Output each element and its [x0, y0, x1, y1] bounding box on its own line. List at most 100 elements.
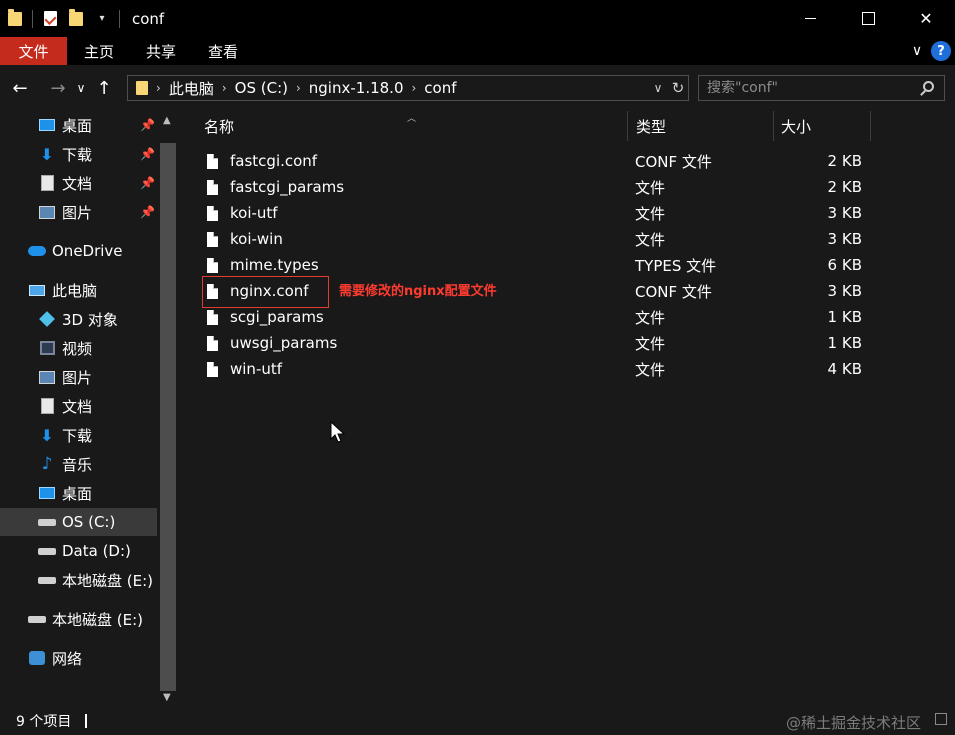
column-header-size[interactable]: 大小	[781, 111, 861, 141]
file-size: 4 KB	[827, 360, 862, 378]
sidebar-item-music[interactable]: ♪ 音乐	[0, 450, 157, 478]
pin-icon: 📌	[140, 147, 155, 161]
tab-home[interactable]: 主页	[68, 37, 130, 65]
item-count: 9 个项目	[16, 713, 72, 730]
sidebar-item-desktop[interactable]: 桌面	[0, 479, 157, 507]
sidebar-item-downloads-pinned[interactable]: ⬇ 下载 📌	[0, 140, 157, 168]
breadcrumb-separator[interactable]: ›	[222, 81, 227, 95]
scrollbar-thumb[interactable]	[160, 143, 176, 691]
pin-icon: 📌	[140, 118, 155, 132]
search-input[interactable]	[707, 80, 907, 96]
file-type: CONF 文件	[635, 152, 712, 171]
file-size: 3 KB	[827, 282, 862, 300]
file-size: 6 KB	[827, 256, 862, 274]
sidebar-item-label: 下载	[62, 145, 93, 164]
sidebar-item-videos[interactable]: 视频	[0, 334, 157, 362]
sidebar-item-documents[interactable]: 文档	[0, 392, 157, 420]
minimize-icon[interactable]	[781, 0, 839, 37]
file-row[interactable]: uwsgi_params 文件 1 KB	[179, 330, 955, 356]
sidebar-item-3d-objects[interactable]: 3D 对象	[0, 305, 157, 333]
status-bar: 9 个项目 @稀土掘金技术社区	[0, 706, 955, 735]
details-view-icon[interactable]	[935, 713, 947, 725]
sidebar-item-data-d[interactable]: Data (D:)	[0, 537, 157, 565]
file-row[interactable]: fastcgi.conf CONF 文件 2 KB	[179, 148, 955, 174]
file-row[interactable]: koi-win 文件 3 KB	[179, 226, 955, 252]
ribbon-tabs: 文件 主页 共享 查看 ∨ ?	[0, 37, 955, 65]
file-type: 文件	[635, 230, 666, 249]
file-size: 3 KB	[827, 230, 862, 248]
tab-file[interactable]: 文件	[0, 37, 67, 65]
breadcrumb-os-c[interactable]: OS (C:)	[235, 79, 288, 97]
file-size: 2 KB	[827, 152, 862, 170]
column-divider[interactable]	[627, 111, 628, 141]
tab-view[interactable]: 查看	[192, 37, 254, 65]
desktop-icon	[38, 485, 56, 501]
sidebar-item-pictures[interactable]: 图片	[0, 363, 157, 391]
close-icon[interactable]: ✕	[897, 0, 955, 37]
file-type: 文件	[635, 308, 666, 327]
download-icon: ⬇	[40, 425, 54, 445]
sidebar-item-label: OS (C:)	[62, 513, 116, 531]
new-folder-icon[interactable]	[67, 8, 85, 28]
sidebar-item-local-disk-e-root[interactable]: 本地磁盘 (E:)	[0, 605, 157, 633]
sidebar-item-this-pc[interactable]: 此电脑	[0, 276, 157, 304]
sidebar-item-downloads[interactable]: ⬇ 下载	[0, 421, 157, 449]
sidebar-item-pictures-pinned[interactable]: 图片 📌	[0, 198, 157, 226]
search-box[interactable]	[698, 75, 945, 101]
desktop-icon	[38, 117, 56, 133]
refresh-icon[interactable]: ↻	[668, 76, 688, 100]
breadcrumb-separator[interactable]: ›	[411, 81, 416, 95]
recent-locations-chevron-icon[interactable]: ∨	[72, 73, 90, 103]
sidebar-item-local-disk-e[interactable]: 本地磁盘 (E:)	[0, 566, 157, 594]
sidebar-item-label: 视频	[62, 339, 93, 358]
file-name: koi-win	[230, 230, 283, 248]
sidebar-item-documents-pinned[interactable]: 文档 📌	[0, 169, 157, 197]
tab-share[interactable]: 共享	[130, 37, 192, 65]
breadcrumb-conf[interactable]: conf	[424, 79, 456, 97]
column-header-name[interactable]: 名称	[204, 111, 624, 141]
maximize-icon[interactable]	[839, 0, 897, 37]
drive-icon	[38, 543, 56, 559]
file-row[interactable]: koi-utf 文件 3 KB	[179, 200, 955, 226]
music-icon: ♪	[41, 454, 53, 474]
pin-icon: 📌	[140, 176, 155, 190]
file-type: 文件	[635, 204, 666, 223]
column-header-type[interactable]: 类型	[636, 111, 766, 141]
scroll-up-icon[interactable]: ▲	[163, 115, 173, 126]
sidebar-item-onedrive[interactable]: OneDrive	[0, 237, 157, 265]
sidebar-item-os-c[interactable]: OS (C:)	[0, 508, 157, 536]
document-icon	[38, 175, 56, 191]
column-divider[interactable]	[870, 111, 871, 141]
annotation-text: 需要修改的nginx配置文件	[339, 284, 497, 299]
properties-check-icon[interactable]	[41, 10, 59, 28]
breadcrumb-separator: ›	[156, 81, 161, 95]
breadcrumb-nginx[interactable]: nginx-1.18.0	[309, 79, 404, 97]
address-dropdown-chevron-icon[interactable]: ∨	[648, 76, 668, 100]
up-button[interactable]: ↑	[92, 73, 116, 103]
file-row[interactable]: mime.types TYPES 文件 6 KB	[179, 252, 955, 278]
help-icon[interactable]: ?	[931, 41, 951, 61]
sidebar-scrollbar[interactable]: ▲ ▼	[157, 111, 179, 706]
file-row[interactable]: fastcgi_params 文件 2 KB	[179, 174, 955, 200]
expand-ribbon-chevron-icon[interactable]: ∨	[907, 41, 927, 61]
address-bar[interactable]: › 此电脑 › OS (C:) › nginx-1.18.0 › conf ∨ …	[127, 75, 689, 101]
sidebar-item-desktop-pinned[interactable]: 桌面 📌	[0, 111, 157, 139]
sidebar-item-network[interactable]: 网络	[0, 644, 157, 672]
file-row[interactable]: win-utf 文件 4 KB	[179, 356, 955, 382]
search-icon[interactable]	[923, 81, 934, 92]
breadcrumb-this-pc[interactable]: 此电脑	[169, 78, 214, 99]
sidebar-item-label: Data (D:)	[62, 542, 131, 560]
customize-toolbar-dropdown-icon[interactable]: ▾	[93, 10, 111, 28]
sidebar-item-label: 本地磁盘 (E:)	[52, 610, 144, 629]
column-divider[interactable]	[773, 111, 774, 141]
sidebar-item-label: 3D 对象	[62, 310, 118, 329]
scroll-down-icon[interactable]: ▼	[163, 692, 173, 703]
forward-button[interactable]: →	[46, 73, 70, 103]
file-size: 2 KB	[827, 178, 862, 196]
3d-objects-icon	[38, 311, 56, 327]
sidebar-item-label: OneDrive	[52, 242, 123, 260]
breadcrumb-separator[interactable]: ›	[296, 81, 301, 95]
back-button[interactable]: ←	[8, 73, 32, 103]
document-icon	[38, 398, 56, 414]
file-name: scgi_params	[230, 308, 324, 326]
